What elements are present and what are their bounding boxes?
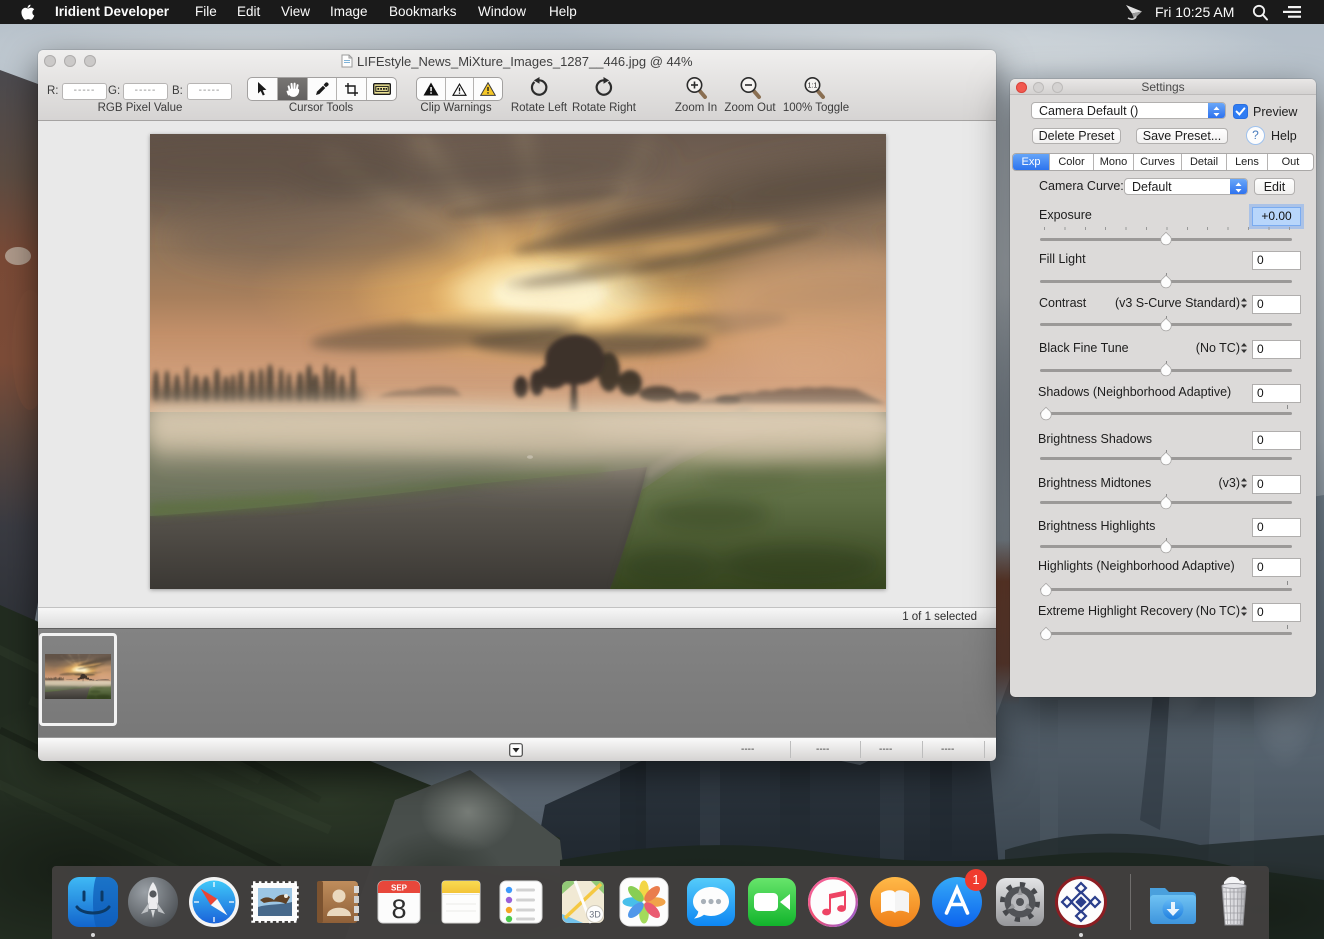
- svg-text:8: 8: [391, 894, 406, 924]
- svg-text:SEP: SEP: [390, 884, 407, 893]
- svg-text:3D: 3D: [589, 910, 601, 920]
- svg-text:1:1: 1:1: [808, 83, 818, 90]
